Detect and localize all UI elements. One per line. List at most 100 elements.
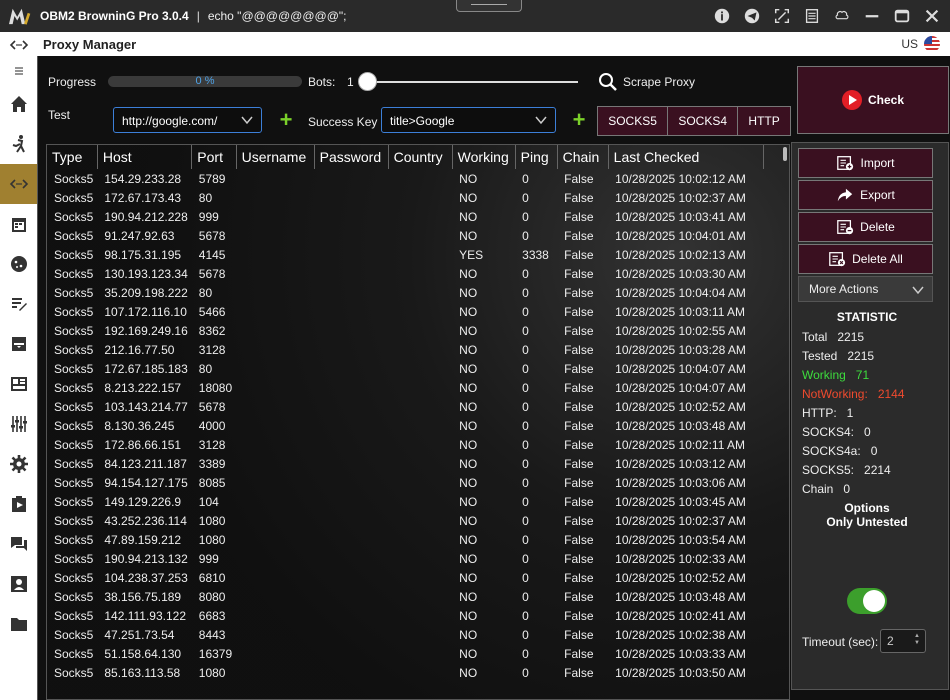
minimize-icon[interactable] <box>860 4 884 28</box>
bots-slider[interactable] <box>368 81 578 83</box>
close-icon[interactable] <box>920 4 944 28</box>
list-icon[interactable] <box>800 4 824 28</box>
code-icon[interactable] <box>0 32 37 58</box>
column-header-host[interactable]: Host <box>97 145 193 169</box>
table-row[interactable]: Socks5 103.143.214.77 5678 NO 0 False 10/28/20… <box>47 397 763 416</box>
table-row[interactable]: Socks5 8.130.36.245 4000 NO 0 False 10/28/2025… <box>47 416 763 435</box>
proxy-table[interactable]: Type Host Port Username Password Country Worki… <box>46 144 790 700</box>
gear-icon[interactable] <box>0 444 37 484</box>
delete-all-button[interactable]: Delete All <box>798 244 933 274</box>
table-cell <box>236 245 314 264</box>
table-row[interactable]: Socks5 35.209.198.222 80 NO 0 False 10/28/2025… <box>47 283 763 302</box>
column-header-country[interactable]: Country <box>388 145 453 169</box>
table-row[interactable]: Socks5 43.252.236.114 1080 NO 0 False 10/28/20… <box>47 511 763 530</box>
table-row[interactable]: Socks5 172.67.185.183 80 NO 0 False 10/28/2025… <box>47 359 763 378</box>
menu-icon[interactable] <box>0 58 37 84</box>
http-button[interactable]: HTTP <box>738 107 790 135</box>
table-cell: NO <box>459 418 478 433</box>
title-bar-handle[interactable] <box>456 0 522 12</box>
column-header-password[interactable]: Password <box>314 145 389 169</box>
table-row[interactable]: Socks5 8.213.222.157 18080 NO 0 False 10/28/20… <box>47 378 763 397</box>
delete-button[interactable]: Delete <box>798 212 933 242</box>
table-cell: Socks5 <box>54 323 94 338</box>
column-header-type[interactable]: Type <box>47 145 98 169</box>
table-row[interactable]: Socks5 84.123.211.187 3389 NO 0 False 10/28/20… <box>47 454 763 473</box>
socks4-button[interactable]: SOCKS4 <box>668 107 739 135</box>
table-row[interactable]: Socks5 85.163.113.58 1080 NO 0 False 10/28/202… <box>47 663 763 682</box>
table-row[interactable]: Socks5 192.169.249.16 8362 NO 0 False 10/28/20… <box>47 321 763 340</box>
scrape-proxy-button[interactable]: Scrape Proxy <box>598 72 695 92</box>
table-row[interactable]: Socks5 47.251.73.54 8443 NO 0 False 10/28/2025… <box>47 625 763 644</box>
table-row[interactable]: Socks5 104.238.37.253 6810 NO 0 False 10/28/20… <box>47 568 763 587</box>
proxy-icon[interactable] <box>0 164 37 204</box>
column-header-working[interactable]: Working <box>452 145 516 169</box>
column-header-last-checked[interactable]: Last Checked <box>608 145 764 169</box>
check-button[interactable]: Check <box>797 66 949 134</box>
column-header-ping[interactable]: Ping <box>515 145 558 169</box>
table-cell: Socks5 <box>54 361 94 376</box>
calendar-icon[interactable] <box>0 204 37 244</box>
table-row[interactable]: Socks5 212.16.77.50 3128 NO 0 False 10/28/2025… <box>47 340 763 359</box>
table-cell <box>236 302 314 321</box>
column-header-port[interactable]: Port <box>191 145 237 169</box>
info-icon[interactable] <box>710 4 734 28</box>
bots-slider-thumb[interactable] <box>358 72 377 91</box>
only-untested-toggle[interactable] <box>847 588 887 614</box>
runner-icon[interactable] <box>0 124 37 164</box>
table-cell: 0 <box>522 190 529 205</box>
table-row[interactable]: Socks5 51.158.64.130 16379 NO 0 False 10/28/20… <box>47 644 763 663</box>
table-row[interactable]: Socks5 154.29.233.28 5789 NO 0 False 10/28/202… <box>47 169 763 188</box>
socks5-button[interactable]: SOCKS5 <box>598 107 669 135</box>
table-cell <box>236 397 314 416</box>
maximize-icon[interactable] <box>890 4 914 28</box>
contact-icon[interactable] <box>0 564 37 604</box>
add-test-url-icon[interactable]: + <box>277 109 295 131</box>
fullscreen-icon[interactable] <box>770 4 794 28</box>
table-cell: 5678 <box>198 228 226 243</box>
archive-icon[interactable] <box>0 324 37 364</box>
table-cell <box>314 473 388 492</box>
stepper-arrows-icon[interactable]: ▲ ▼ <box>912 633 922 649</box>
folder-icon[interactable] <box>0 604 37 644</box>
more-actions-dropdown[interactable]: More Actions <box>798 276 933 302</box>
add-success-key-icon[interactable]: + <box>570 109 588 131</box>
table-cell: False <box>564 551 594 566</box>
column-header-chain[interactable]: Chain <box>557 145 609 169</box>
scrollbar-thumb[interactable] <box>783 147 787 161</box>
cloud-icon[interactable] <box>830 4 854 28</box>
timeout-stepper[interactable]: 2 ▲ ▼ <box>880 629 926 653</box>
export-button[interactable]: Export <box>798 180 933 210</box>
table-cell <box>314 188 388 207</box>
cookie-icon[interactable] <box>0 244 37 284</box>
test-url-select[interactable]: http://google.com/ <box>113 107 262 133</box>
table-row[interactable]: Socks5 47.89.159.212 1080 NO 0 False 10/28/202… <box>47 530 763 549</box>
table-cell: NO <box>459 551 478 566</box>
success-key-select[interactable]: title>Google <box>381 107 556 133</box>
vertical-scrollbar[interactable] <box>779 145 789 699</box>
notes-icon[interactable] <box>0 284 37 324</box>
table-cell: False <box>564 456 594 471</box>
equalizer-icon[interactable] <box>0 404 37 444</box>
table-row[interactable]: Socks5 94.154.127.175 8085 NO 0 False 10/28/20… <box>47 473 763 492</box>
chat-icon[interactable] <box>0 524 37 564</box>
clipboard-play-icon[interactable] <box>0 484 37 524</box>
table-row[interactable]: Socks5 172.67.173.43 80 NO 0 False 10/28/2025 … <box>47 188 763 207</box>
table-row[interactable]: Socks5 91.247.92.63 5678 NO 0 False 10/28/2025… <box>47 226 763 245</box>
table-row[interactable]: Socks5 38.156.75.189 8080 NO 0 False 10/28/202… <box>47 587 763 606</box>
home-icon[interactable] <box>0 84 37 124</box>
table-row[interactable]: Socks5 98.175.31.195 4145 YES 3338 False 10/28… <box>47 245 763 264</box>
dashboard-icon[interactable] <box>0 364 37 404</box>
import-button[interactable]: Import <box>798 148 933 178</box>
table-cell <box>314 207 388 226</box>
table-row[interactable]: Socks5 190.94.213.132 999 NO 0 False 10/28/202… <box>47 549 763 568</box>
telegram-icon[interactable] <box>740 4 764 28</box>
table-row[interactable]: Socks5 172.86.66.151 3128 NO 0 False 10/28/202… <box>47 435 763 454</box>
table-row[interactable]: Socks5 149.129.226.9 104 NO 0 False 10/28/2025… <box>47 492 763 511</box>
table-row[interactable]: Socks5 107.172.116.10 5466 NO 0 False 10/28/20… <box>47 302 763 321</box>
table-row[interactable]: Socks5 130.193.123.34 5678 NO 0 False 10/28/20… <box>47 264 763 283</box>
column-header-username[interactable]: Username <box>236 145 315 169</box>
language-selector[interactable]: US <box>901 36 940 52</box>
table-row[interactable]: Socks5 190.94.212.228 999 NO 0 False 10/28/202… <box>47 207 763 226</box>
table-row[interactable]: Socks5 142.111.93.122 6683 NO 0 False 10/28/20… <box>47 606 763 625</box>
search-icon <box>599 73 617 91</box>
